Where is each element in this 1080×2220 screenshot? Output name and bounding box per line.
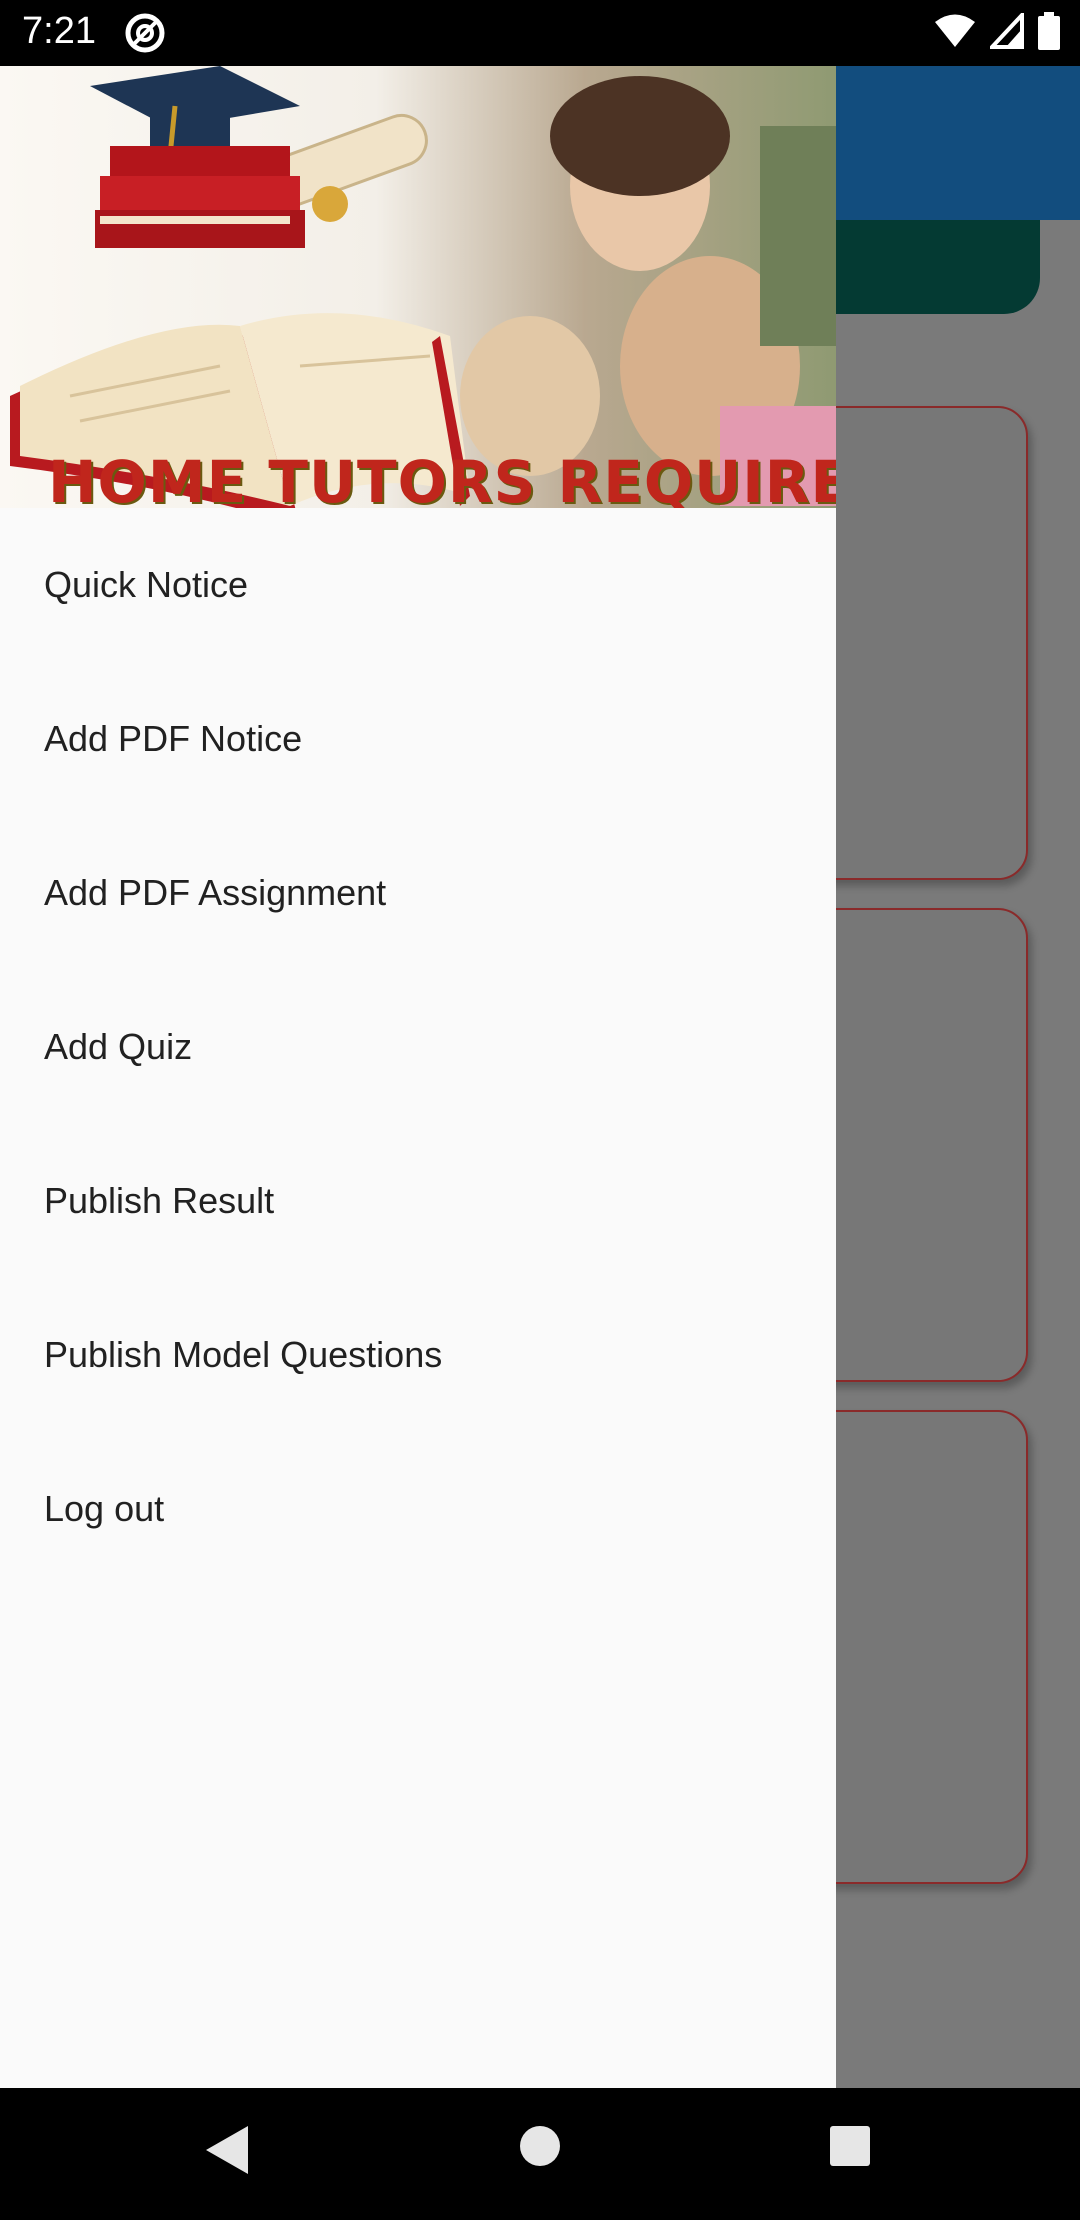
menu-item-label: Quick Notice bbox=[44, 564, 249, 605]
recents-icon[interactable] bbox=[828, 2124, 872, 2168]
menu-item-label: Add PDF Notice bbox=[44, 718, 303, 759]
menu-item-label: Publish Result bbox=[44, 1180, 275, 1221]
status-time: 7:21 bbox=[22, 10, 96, 52]
back-icon[interactable] bbox=[204, 2124, 250, 2176]
menu-item-label: Add PDF Assignment bbox=[44, 872, 387, 913]
menu-item-quick-notice[interactable]: Quick Notice bbox=[0, 508, 836, 662]
menu-item-publish-model-questions[interactable]: Publish Model Questions bbox=[0, 1278, 836, 1432]
cell-signal-icon bbox=[990, 13, 1024, 49]
no-disturb-at-icon bbox=[125, 13, 165, 53]
menu-item-add-pdf-notice[interactable]: Add PDF Notice bbox=[0, 662, 836, 816]
menu-item-label: Log out bbox=[44, 1488, 165, 1529]
menu-item-label: Publish Model Questions bbox=[44, 1334, 443, 1375]
header-banner-text: HOME TUTORS REQUIRED bbox=[48, 448, 836, 508]
battery-icon bbox=[1038, 12, 1060, 50]
navigation-drawer: HOME TUTORS REQUIRED Quick Notice Add PD… bbox=[0, 66, 836, 2088]
menu-item-log-out[interactable]: Log out bbox=[0, 1432, 836, 1586]
drawer-header: HOME TUTORS REQUIRED bbox=[0, 66, 836, 508]
drawer-menu: Quick Notice Add PDF Notice Add PDF Assi… bbox=[0, 508, 836, 1586]
menu-item-label: Add Quiz bbox=[44, 1026, 193, 1067]
system-nav-bar bbox=[0, 2088, 1080, 2220]
home-icon[interactable] bbox=[518, 2124, 562, 2168]
wifi-icon bbox=[935, 14, 975, 47]
menu-item-publish-result[interactable]: Publish Result bbox=[0, 1124, 836, 1278]
menu-item-add-quiz[interactable]: Add Quiz bbox=[0, 970, 836, 1124]
menu-item-add-pdf-assignment[interactable]: Add PDF Assignment bbox=[0, 816, 836, 970]
header-illustration bbox=[0, 66, 836, 508]
status-bar: 7:21 bbox=[0, 0, 1080, 66]
